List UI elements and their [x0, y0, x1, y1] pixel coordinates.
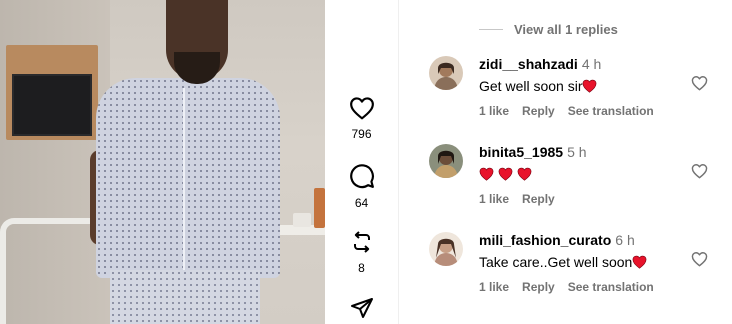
comment-like-count[interactable]: 1 like	[479, 192, 509, 206]
comment-username[interactable]: binita5_1985	[479, 144, 563, 160]
reply-button[interactable]: Reply	[522, 192, 555, 206]
comment-meta: 1 like Reply	[479, 192, 568, 206]
send-icon	[350, 298, 373, 318]
video-person-pants	[110, 270, 260, 324]
comment-count: 64	[354, 196, 369, 210]
reply-button[interactable]: Reply	[522, 104, 555, 118]
reel-video[interactable]	[0, 0, 325, 324]
comment-icon	[349, 164, 374, 189]
view-replies-link[interactable]: View all 1 replies	[479, 20, 618, 38]
comment-text-content: Take care..Get well soon	[479, 254, 633, 270]
comment-meta: 1 like Reply See translation	[479, 280, 667, 294]
avatar[interactable]	[429, 144, 463, 178]
comment-time[interactable]: 5 h	[567, 144, 586, 160]
share-button[interactable]	[325, 296, 398, 320]
comment-meta: 1 like Reply See translation	[479, 104, 667, 118]
see-translation-button[interactable]: See translation	[568, 280, 654, 294]
comment-button[interactable]: 64	[325, 163, 398, 210]
red-heart-icon	[498, 167, 513, 181]
comment-like-count[interactable]: 1 like	[479, 280, 509, 294]
red-heart-icon	[479, 167, 494, 181]
reply-button[interactable]: Reply	[522, 280, 555, 294]
see-translation-button[interactable]: See translation	[568, 104, 654, 118]
comments-panel: View all 1 replies zidi__shahzadi 4 h Get…	[399, 0, 732, 324]
red-heart-icon	[583, 79, 597, 93]
comment-heart-icon[interactable]	[691, 163, 708, 179]
repost-icon	[353, 231, 370, 253]
comment-text-content: Get well soon sir	[479, 78, 583, 94]
avatar[interactable]	[429, 56, 463, 90]
repost-count: 8	[358, 261, 365, 275]
comment-header: binita5_1985 5 h	[479, 144, 699, 162]
red-heart-icon	[632, 255, 647, 269]
video-bottle	[314, 188, 325, 228]
like-button[interactable]: 796	[325, 96, 398, 141]
comment-body: zidi__shahzadi 4 h Get well soon sir 1 li…	[479, 56, 699, 118]
reel-actions: 796 64 8	[325, 0, 398, 324]
comment-time[interactable]: 4 h	[582, 56, 601, 72]
comment-text: Get well soon sir	[479, 77, 699, 95]
comment-body: binita5_1985 5 h 1 like Reply	[479, 144, 699, 206]
comment-header: zidi__shahzadi 4 h	[479, 56, 699, 74]
repost-button[interactable]: 8	[325, 230, 398, 275]
comment-like-count[interactable]: 1 like	[479, 104, 509, 118]
avatar-image	[429, 144, 463, 178]
avatar[interactable]	[429, 232, 463, 266]
avatar-image	[429, 56, 463, 90]
comment-heart-icon[interactable]	[691, 75, 708, 91]
comment-time[interactable]: 6 h	[615, 232, 634, 248]
video-tv	[12, 74, 92, 136]
comment-text: Take care..Get well soon	[479, 253, 699, 271]
video-cup	[293, 213, 311, 227]
view-replies-label: View all 1 replies	[514, 21, 618, 37]
comment-heart-icon[interactable]	[691, 251, 708, 267]
comment-header: mili_fashion_curato 6 h	[479, 232, 699, 250]
video-bed-rail	[0, 218, 90, 324]
heart-icon	[349, 97, 374, 120]
avatar-image	[429, 232, 463, 266]
comment-username[interactable]: zidi__shahzadi	[479, 56, 578, 72]
comment-username[interactable]: mili_fashion_curato	[479, 232, 611, 248]
reply-thread-line	[479, 28, 503, 30]
comment-body: mili_fashion_curato 6 h Take care..Get we…	[479, 232, 699, 294]
red-heart-icon	[517, 167, 532, 181]
video-person-shirt	[96, 78, 280, 278]
video-shirt-placket	[183, 88, 185, 273]
like-count: 796	[351, 127, 372, 141]
comment-text	[479, 165, 699, 183]
